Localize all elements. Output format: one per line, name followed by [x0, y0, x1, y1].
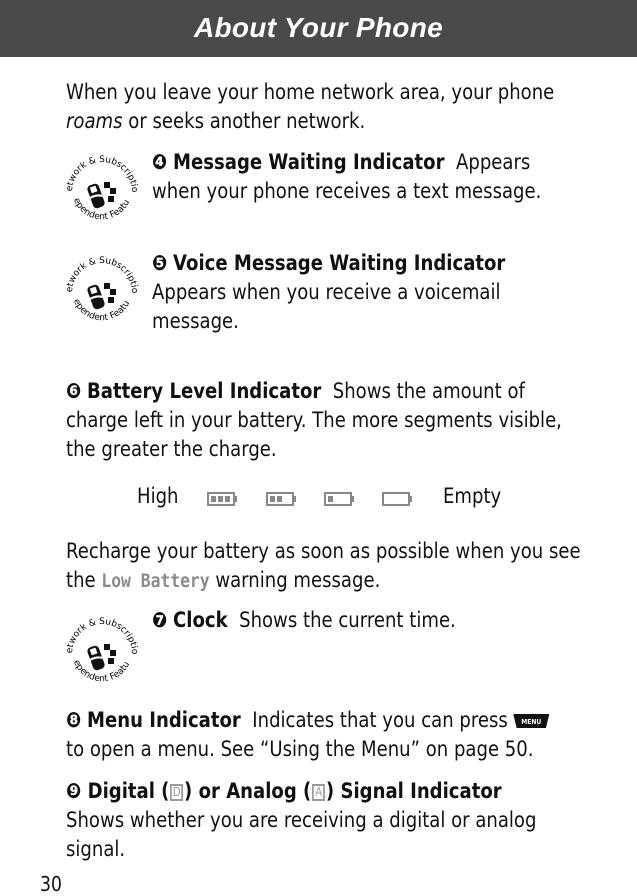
battery-tip: [234, 496, 237, 502]
item-number: ❼: [152, 608, 168, 632]
page-title: About Your Phone: [193, 12, 443, 43]
item-number: ❽: [66, 708, 82, 732]
network-subscription-feature-icon: Network & Subscription Dependent Feature: [62, 150, 139, 222]
intro-paragraph: When you leave your home network area, y…: [66, 78, 582, 136]
battery-segment: [328, 496, 333, 502]
svg-text:MENU: MENU: [522, 718, 542, 727]
intro-line-2: roams or seeks another network.: [66, 107, 582, 136]
item-desc: Appears: [455, 150, 531, 174]
item-desc-line-2: when your phone receives a text message.: [152, 179, 542, 203]
svg-text:Network & Subscription: Network & Subscription: [62, 251, 139, 294]
battery-level-indicator-item: ❻ Battery Level Indicator Shows the amou…: [66, 377, 582, 464]
item-number: ❻: [66, 379, 82, 403]
battery-segment: [218, 496, 223, 502]
battery-segment: [270, 496, 275, 502]
analog-signal-icon: A: [312, 783, 326, 801]
battery-full-icon: [207, 492, 237, 506]
item-desc-line-1: Shows whether you are receiving a digita…: [66, 808, 537, 832]
battery-one-third-icon: [324, 492, 354, 506]
item-desc: Shows the amount of: [332, 379, 525, 403]
item-desc: Indicates that you can press: [252, 708, 508, 732]
menu-indicator-item: ❽ Menu Indicator Indicates that you can …: [66, 706, 582, 764]
battery-body: [382, 492, 410, 506]
svg-text:Network & Subscription: Network & Subscription: [62, 150, 139, 193]
intro-line-2-rest: or seeks another network.: [122, 109, 366, 133]
message-waiting-indicator-item: ❹ Message Waiting Indicator Appears when…: [152, 148, 573, 206]
battery-two-thirds-icon: [266, 492, 296, 506]
high-label: High: [137, 484, 179, 508]
item-desc-line-2: signal.: [66, 837, 126, 861]
page-number: 30: [40, 872, 62, 896]
svg-text:Network & Subscription: Network & Subscription: [62, 612, 139, 655]
item-title: Battery Level Indicator: [87, 379, 322, 403]
signal-indicator-item: ❾ Digital (D) or Analog (A) Signal Indic…: [66, 777, 582, 864]
item-number: ❾: [66, 779, 82, 803]
item-number: ❺: [152, 251, 168, 275]
recharge-pre: the: [66, 568, 102, 592]
battery-segment: [277, 496, 282, 502]
item-desc-line-2: to open a menu. See “Using the Menu” on …: [66, 737, 534, 761]
page-header: About Your Phone: [0, 0, 637, 57]
battery-segment: [211, 496, 216, 502]
battery-segment: [225, 496, 230, 502]
item-title: Message Waiting Indicator: [173, 150, 445, 174]
item-desc: Shows the current time.: [239, 608, 456, 632]
item-number: ❹: [152, 150, 168, 174]
recharge-line-2: the Low Battery warning message.: [66, 566, 582, 596]
item-title: Menu Indicator: [87, 708, 241, 732]
item-title-part: ) or Analog (: [184, 779, 312, 803]
voice-message-indicator-item: ❺ Voice Message Waiting Indicator Appear…: [152, 249, 573, 336]
battery-tip: [351, 496, 354, 502]
battery-empty-icon: [382, 492, 412, 506]
item-title-part: Digital (: [87, 779, 170, 803]
item-desc-line-1: Appears when you receive a voicemail: [152, 280, 501, 304]
menu-key-icon: MENU: [513, 714, 550, 728]
roams-term: roams: [66, 109, 123, 133]
digital-signal-icon: D: [170, 783, 184, 801]
item-title-part: ) Signal Indicator: [325, 779, 502, 803]
item-title: Clock: [173, 608, 228, 632]
item-desc-line-3: the greater the charge.: [66, 437, 277, 461]
recharge-paragraph: Recharge your battery as soon as possibl…: [66, 537, 582, 596]
intro-line-1: When you leave your home network area, y…: [66, 80, 555, 104]
network-subscription-feature-icon: Network & Subscription Dependent Feature: [62, 612, 139, 684]
item-desc-line-2: message.: [152, 309, 239, 333]
item-desc-line-2: charge left in your battery. The more se…: [66, 408, 562, 432]
empty-label: Empty: [443, 484, 502, 508]
item-title: Voice Message Waiting Indicator: [173, 251, 506, 275]
recharge-line-1: Recharge your battery as soon as possibl…: [66, 539, 581, 563]
battery-tip: [293, 496, 296, 502]
network-subscription-feature-icon: Network & Subscription Dependent Feature: [62, 251, 139, 323]
battery-tip: [409, 496, 412, 502]
clock-item: ❼ Clock Shows the current time.: [152, 606, 573, 635]
recharge-post: warning message.: [209, 568, 381, 592]
low-battery-message: Low Battery: [101, 570, 210, 592]
